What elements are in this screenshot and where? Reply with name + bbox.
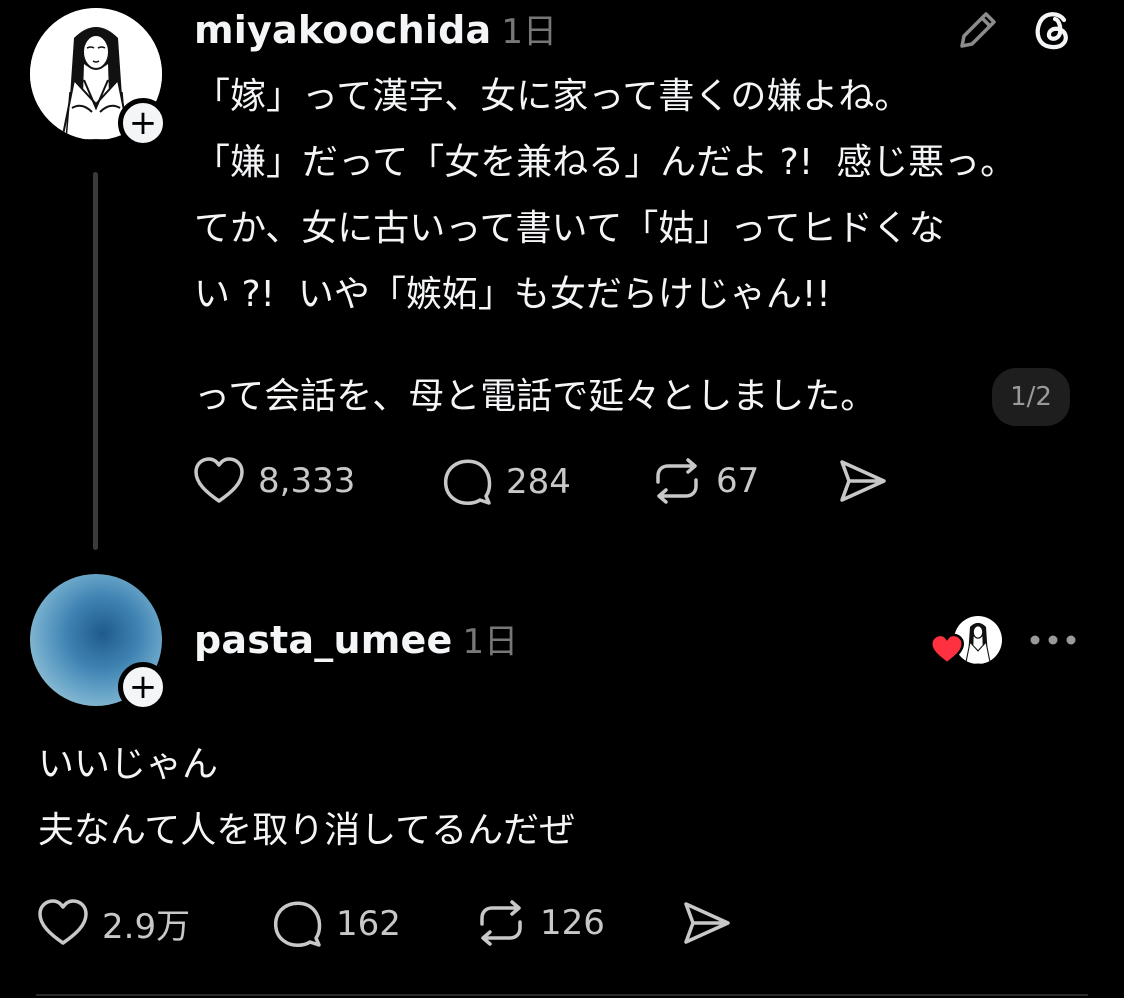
reply-button[interactable]: 162 <box>270 898 401 950</box>
follow-plus-button[interactable]: + <box>118 98 168 148</box>
post-line: 夫なんて人を取り消してるんだぜ <box>38 810 576 851</box>
reply-count: 284 <box>506 462 571 502</box>
like-count: 2.9万 <box>102 906 191 947</box>
more-icon[interactable] <box>1028 630 1078 654</box>
pencil-icon[interactable] <box>954 6 1002 58</box>
repost-icon <box>480 900 522 946</box>
post-line: てか、女に古いって書いて「姑」ってヒドくな <box>194 208 945 249</box>
like-count: 8,333 <box>258 461 356 501</box>
follow-plus-button[interactable]: + <box>118 662 168 712</box>
repost-button[interactable]: 67 <box>650 456 759 506</box>
post-line: 「嫌」だって「女を兼ねる」んだよ ?! 感じ悪っ。 <box>194 142 1017 183</box>
heart-icon <box>194 457 244 503</box>
send-icon <box>684 902 730 944</box>
like-button[interactable]: 2.9万 <box>36 898 190 948</box>
post-time: 1日 <box>501 12 557 52</box>
thread-connector-line <box>93 172 98 550</box>
send-icon <box>840 460 886 502</box>
post-line: って会話を、母と電話で延々としました。 <box>194 376 877 417</box>
post-line: い ?! いや「嫉妬」も女だらけじゃん!! <box>194 274 831 315</box>
share-button[interactable] <box>680 898 734 948</box>
post-2-header: pasta_umee 1日 <box>194 614 518 664</box>
post-1-header: miyakoochida 1日 <box>194 4 557 52</box>
comment-icon <box>274 901 322 947</box>
carousel-pager[interactable]: 1/2 <box>992 368 1070 426</box>
comment-icon <box>444 459 492 505</box>
repost-count: 67 <box>716 461 760 501</box>
reply-count: 162 <box>336 904 401 944</box>
share-button[interactable] <box>836 456 890 506</box>
post-line: 「嫁」って漢字、女に家って書くの嫌よね。 <box>194 76 911 117</box>
post-line: いいじゃん <box>38 744 219 785</box>
divider <box>36 994 1088 996</box>
heart-red-icon <box>929 633 965 670</box>
repost-icon <box>656 458 698 504</box>
post-2-body: いいじゃん 夫なんて人を取り消してるんだぜ <box>38 732 1038 864</box>
heart-icon <box>38 899 88 945</box>
repost-count: 126 <box>540 903 605 943</box>
post-time: 1日 <box>462 622 519 662</box>
reply-button[interactable]: 284 <box>440 456 571 508</box>
repost-button[interactable]: 126 <box>474 898 605 948</box>
username[interactable]: miyakoochida <box>194 8 491 52</box>
username[interactable]: pasta_umee <box>194 618 452 662</box>
like-button[interactable]: 8,333 <box>192 456 355 506</box>
post-1-body: 「嫁」って漢字、女に家って書くの嫌よね。 「嫌」だって「女を兼ねる」んだよ ?!… <box>194 64 1074 328</box>
threads-logo-icon[interactable] <box>1028 6 1076 58</box>
